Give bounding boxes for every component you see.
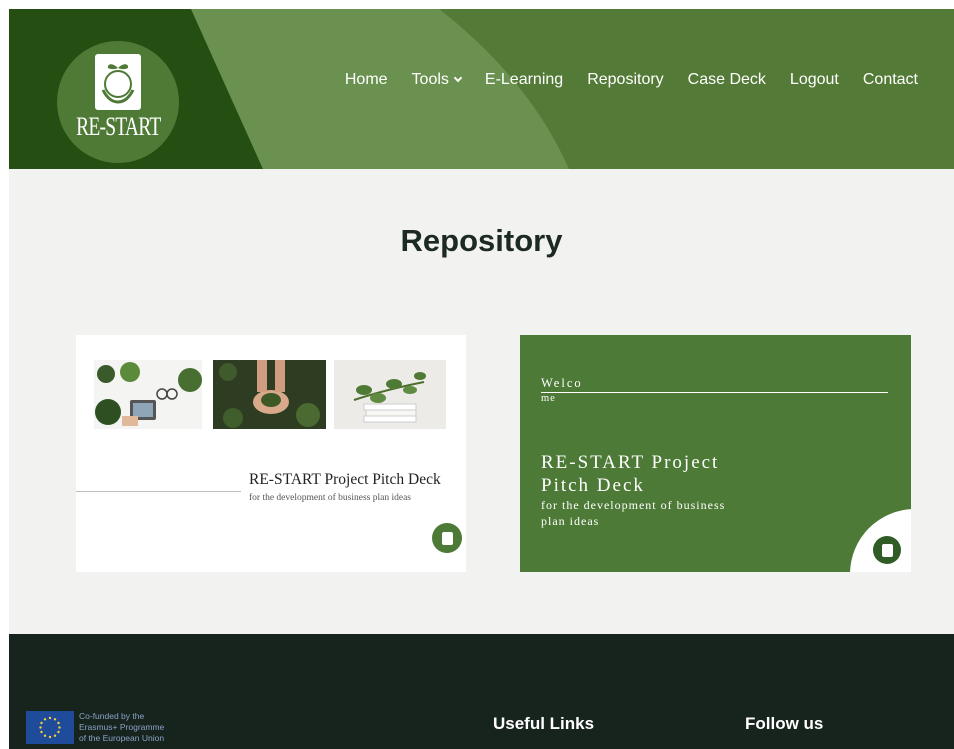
page-title: Repository [400, 223, 563, 258]
thumbnail-workspace [94, 360, 202, 429]
divider-line [541, 392, 888, 393]
restart-logo-icon [95, 54, 141, 110]
eu-funding-text: Co-funded by the Erasmus+ Programme of t… [79, 711, 164, 744]
eu-text-line: Co-funded by the [79, 711, 145, 721]
eu-flag-icon [26, 711, 74, 744]
site-header: RE-START Home Tools E-Learning Repositor… [9, 9, 954, 169]
eu-text-line: Erasmus+ Programme [79, 722, 165, 732]
nav-home[interactable]: Home [345, 71, 388, 89]
chevron-down-icon [453, 73, 463, 83]
restart-logo-icon [432, 523, 462, 553]
site-logo[interactable]: RE-START [57, 41, 179, 163]
logo-wordmark: RE-START [75, 112, 161, 141]
card-title-line1: RE-START Project [541, 452, 720, 473]
welcome-text-line2: me [541, 393, 556, 404]
eu-text-line: of the European Union [79, 733, 165, 743]
card-subtitle-line2: plan ideas [541, 514, 600, 528]
divider-line [76, 491, 241, 492]
nav-case-deck[interactable]: Case Deck [688, 71, 766, 89]
nav-elearning[interactable]: E-Learning [485, 71, 563, 89]
page: RE-START Home Tools E-Learning Repositor… [9, 9, 954, 749]
card-title: RE-START Project Pitch Deck [249, 471, 441, 488]
card-title-line2: Pitch Deck [541, 475, 645, 496]
card-subtitle: for the development of business plan ide… [249, 493, 411, 503]
thumbnail-hands-soil [213, 360, 326, 429]
nav-repository[interactable]: Repository [587, 71, 663, 89]
nav-tools[interactable]: Tools [411, 71, 463, 89]
follow-us-heading: Follow us [745, 714, 824, 733]
welcome-text-line1: Welco [541, 376, 583, 390]
nav-logout[interactable]: Logout [790, 71, 839, 89]
thumbnail-plant-books [334, 360, 446, 429]
nav-contact[interactable]: Contact [863, 71, 918, 89]
useful-links-heading: Useful Links [493, 714, 595, 733]
nav-tools-label: Tools [411, 71, 449, 88]
pitch-deck-card-1[interactable]: RE-START Project Pitch Deck for the deve… [76, 335, 466, 572]
site-footer: Co-funded by the Erasmus+ Programme of t… [9, 634, 954, 749]
restart-logo-icon [873, 536, 901, 564]
main-nav: Home Tools E-Learning Repository Case De… [345, 71, 918, 89]
card-subtitle-line1: for the development of business [541, 498, 726, 512]
pitch-deck-card-2[interactable]: Welco me RE-START Project Pitch Deck for… [520, 335, 911, 572]
